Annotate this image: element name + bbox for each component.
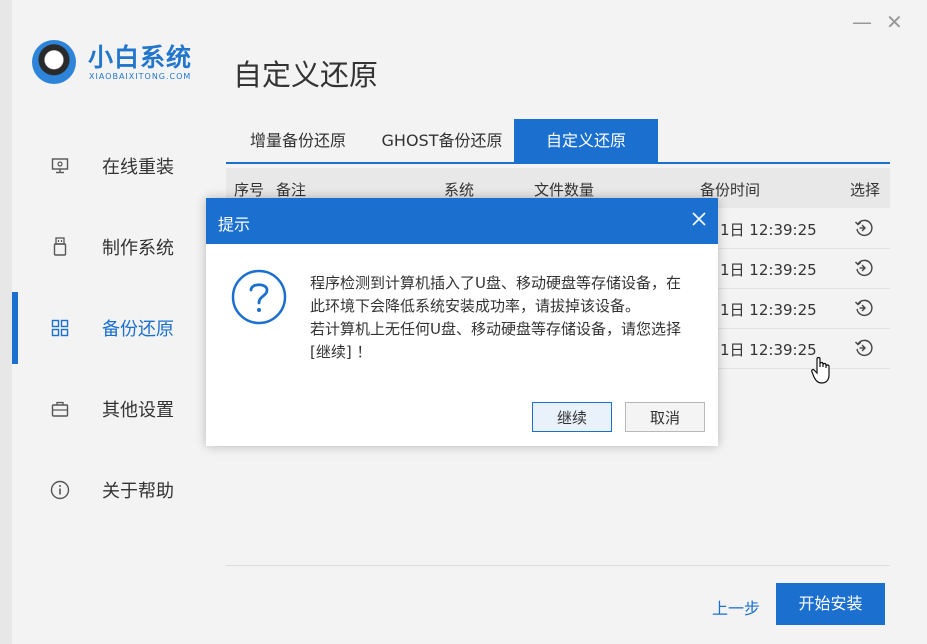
column-header-backup-time: 备份时间: [700, 181, 761, 199]
restore-icon[interactable]: [854, 258, 874, 278]
tab-custom-restore[interactable]: 自定义还原: [514, 119, 658, 163]
tab-incremental-backup[interactable]: 增量备份还原: [226, 119, 370, 163]
column-header-note: 备注: [276, 181, 307, 199]
sidebar-item-other-settings[interactable]: 其他设置: [50, 389, 210, 429]
window-close-button[interactable]: ✕: [886, 10, 903, 34]
grid-icon: [50, 318, 70, 338]
page-title: 自定义还原: [233, 58, 379, 92]
dialog-message-line: 程序检测到计算机插入了U盘、移动硬盘等存储设备，在: [310, 274, 681, 292]
sidebar-item-label: 在线重装: [102, 157, 174, 178]
usb-icon: [50, 237, 70, 257]
active-nav-indicator: [12, 292, 18, 364]
dialog-message-line: 若计算机上无任何U盘、移动硬盘等存储设备，请您选择: [310, 320, 681, 338]
minimize-button[interactable]: —: [852, 10, 872, 34]
dialog-message: 程序检测到计算机插入了U盘、移动硬盘等存储设备，在 此环境下会降低系统安装成功率…: [310, 272, 708, 364]
column-header-system: 系统: [444, 181, 475, 199]
sidebar-item-online-install[interactable]: 在线重装: [50, 146, 210, 186]
sidebar-item-make-system[interactable]: 制作系统: [50, 227, 210, 267]
dialog-title: 提示: [218, 215, 251, 234]
monitor-icon: [50, 156, 70, 176]
logo-subtitle: XIAOBAIXITONG.COM: [89, 72, 192, 81]
tab-underline: [226, 162, 890, 164]
restore-icon[interactable]: [854, 338, 874, 358]
sidebar-item-label: 其他设置: [102, 400, 174, 421]
tab-bar: 增量备份还原 GHOST备份还原 自定义还原: [226, 119, 890, 163]
hand-cursor-icon: [810, 355, 834, 385]
restore-icon[interactable]: [854, 298, 874, 318]
app-logo: 小白系统 XIAOBAIXITONG.COM: [32, 38, 202, 88]
restore-icon[interactable]: [854, 218, 874, 238]
start-install-button[interactable]: 开始安装: [776, 583, 885, 625]
cancel-button[interactable]: 取消: [625, 402, 705, 432]
info-icon: [50, 480, 70, 500]
close-icon[interactable]: [688, 208, 710, 230]
footer-divider: [226, 565, 890, 566]
dialog-message-line: [继续] ！: [310, 343, 372, 361]
backup-time: 1日 12:39:25: [720, 221, 817, 239]
dialog-message-line: 此环境下会降低系统安装成功率，请拔掉该设备。: [310, 297, 641, 315]
logo-icon: [32, 40, 76, 84]
question-icon: [230, 268, 288, 326]
dialog-header: 提示: [206, 198, 718, 244]
sidebar-item-about-help[interactable]: 关于帮助: [50, 470, 210, 510]
backup-time: 1日 12:39:25: [720, 301, 817, 319]
window-left-edge: [0, 0, 12, 644]
previous-step-button[interactable]: 上一步: [712, 595, 760, 619]
sidebar-item-label: 制作系统: [102, 238, 174, 259]
column-header-select: 选择: [850, 181, 881, 199]
logo-title: 小白系统: [88, 43, 193, 72]
backup-time: 1日 12:39:25: [720, 341, 817, 359]
briefcase-icon: [50, 399, 70, 419]
backup-time: 1日 12:39:25: [720, 261, 817, 279]
column-header-index: 序号: [234, 181, 265, 199]
continue-button[interactable]: 继续: [532, 402, 612, 432]
app-window: 小白系统 XIAOBAIXITONG.COM — ✕ 自定义还原 在线重装 制作…: [0, 0, 927, 644]
sidebar-item-label: 备份还原: [102, 319, 174, 340]
sidebar-item-backup-restore[interactable]: 备份还原: [50, 308, 210, 348]
tab-ghost-backup[interactable]: GHOST备份还原: [370, 119, 514, 163]
column-header-file-count: 文件数量: [534, 181, 595, 199]
sidebar-item-label: 关于帮助: [102, 481, 174, 502]
prompt-dialog: 提示 程序检测到计算机插入了U盘、移动硬盘等存储设备，在 此环境下会降低系统安装…: [206, 198, 718, 446]
